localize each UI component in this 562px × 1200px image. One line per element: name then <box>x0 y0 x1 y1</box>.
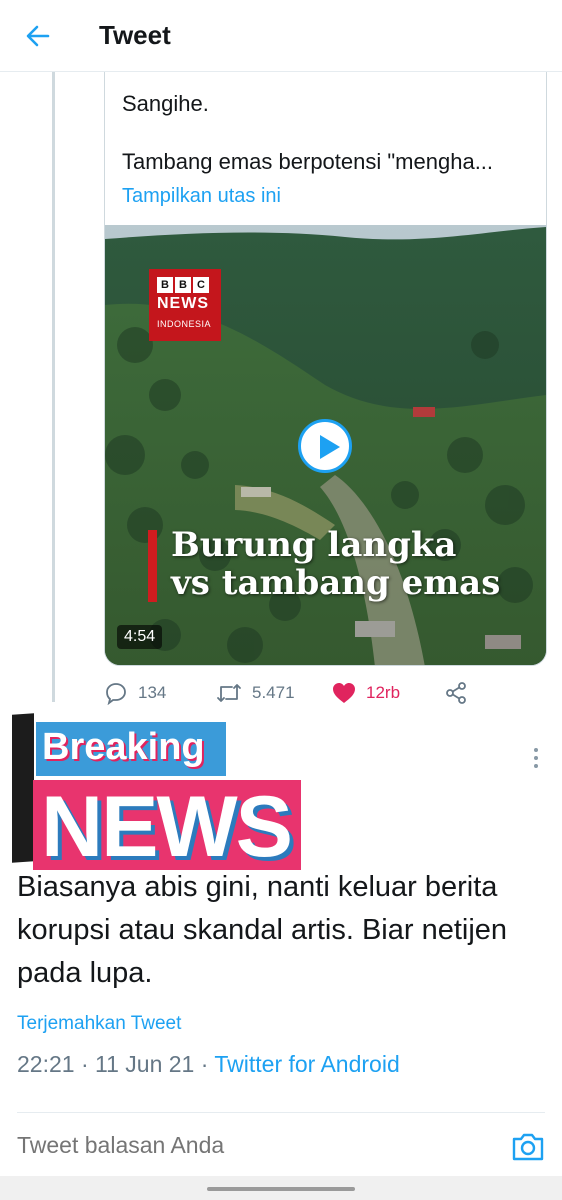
bbc-news-logo: B B C NEWS INDONESIA <box>149 269 221 341</box>
bbc-logo-sub: INDONESIA <box>157 319 212 329</box>
divider <box>17 1112 545 1113</box>
tweet-date: 11 Jun 21 <box>95 1051 195 1077</box>
heart-icon <box>333 683 355 703</box>
news-label: NEWS <box>33 779 301 875</box>
reply-button[interactable]: 134 <box>104 678 166 708</box>
tweet-time: 22:21 <box>17 1051 75 1077</box>
tweet-meta: 22:21 · 11 Jun 21 · Twitter for Android <box>17 1051 400 1078</box>
video-duration: 4:54 <box>117 625 163 649</box>
share-button[interactable] <box>444 678 468 708</box>
meta-separator: · <box>194 1051 215 1077</box>
retweet-icon <box>217 684 241 702</box>
camera-icon[interactable] <box>510 1130 546 1164</box>
top-app-bar: Tweet <box>0 0 562 72</box>
video-thumbnail[interactable]: B B C NEWS INDONESIA Burung langka vs ta… <box>105 225 546 665</box>
tweet-source-link[interactable]: Twitter for Android <box>214 1051 399 1077</box>
arrow-left-icon[interactable] <box>22 20 54 52</box>
video-overlay-title-line2: vs tambang emas <box>171 563 501 603</box>
quoted-tweet-text: Sangihe. Tambang emas berpotensi "mengha… <box>122 89 532 176</box>
reply-composer <box>0 1116 562 1176</box>
meta-separator: · <box>74 1051 96 1077</box>
retweet-count: 5.471 <box>252 683 295 702</box>
show-thread-link[interactable]: Tampilkan utas ini <box>122 185 281 208</box>
tweet-actions: 134 5.471 12rb <box>104 678 547 708</box>
breaking-label: Breaking <box>36 722 226 776</box>
bbc-logo-letter: B <box>175 277 191 293</box>
reply-count: 134 <box>138 683 167 702</box>
share-icon <box>446 682 466 704</box>
thread-line <box>52 72 55 702</box>
page-title: Tweet <box>99 20 171 50</box>
quoted-tweet-text-2: Tambang emas berpotensi "mengha... <box>122 149 494 174</box>
gesture-handle[interactable] <box>207 1187 355 1191</box>
translate-tweet-link[interactable]: Terjemahkan Tweet <box>17 1013 181 1035</box>
news-text: NEWS <box>41 779 293 875</box>
like-button[interactable]: 12rb <box>332 678 400 708</box>
retweet-button[interactable]: 5.471 <box>216 678 295 708</box>
quoted-tweet-text-line: Sangihe. <box>122 91 209 116</box>
quoted-tweet-card[interactable]: Sangihe. Tambang emas berpotensi "mengha… <box>104 40 547 666</box>
breaking-text: Breaking <box>42 726 205 768</box>
reply-input[interactable] <box>17 1132 477 1159</box>
bbc-logo-letter: B <box>157 277 173 293</box>
play-icon[interactable] <box>298 419 352 473</box>
overlay-accent-bar <box>148 530 157 602</box>
meme-dark-stripe <box>12 713 34 863</box>
more-options-icon[interactable] <box>526 746 546 770</box>
like-count: 12rb <box>366 683 401 702</box>
bbc-logo-word: NEWS <box>157 295 209 312</box>
system-nav-bar <box>0 1176 562 1200</box>
bbc-logo-letter: C <box>193 277 209 293</box>
reply-icon <box>106 683 126 705</box>
tweet-text: Biasanya abis gini, nanti keluar berita … <box>17 871 508 989</box>
video-overlay-title-line1: Burung langka <box>171 525 457 565</box>
